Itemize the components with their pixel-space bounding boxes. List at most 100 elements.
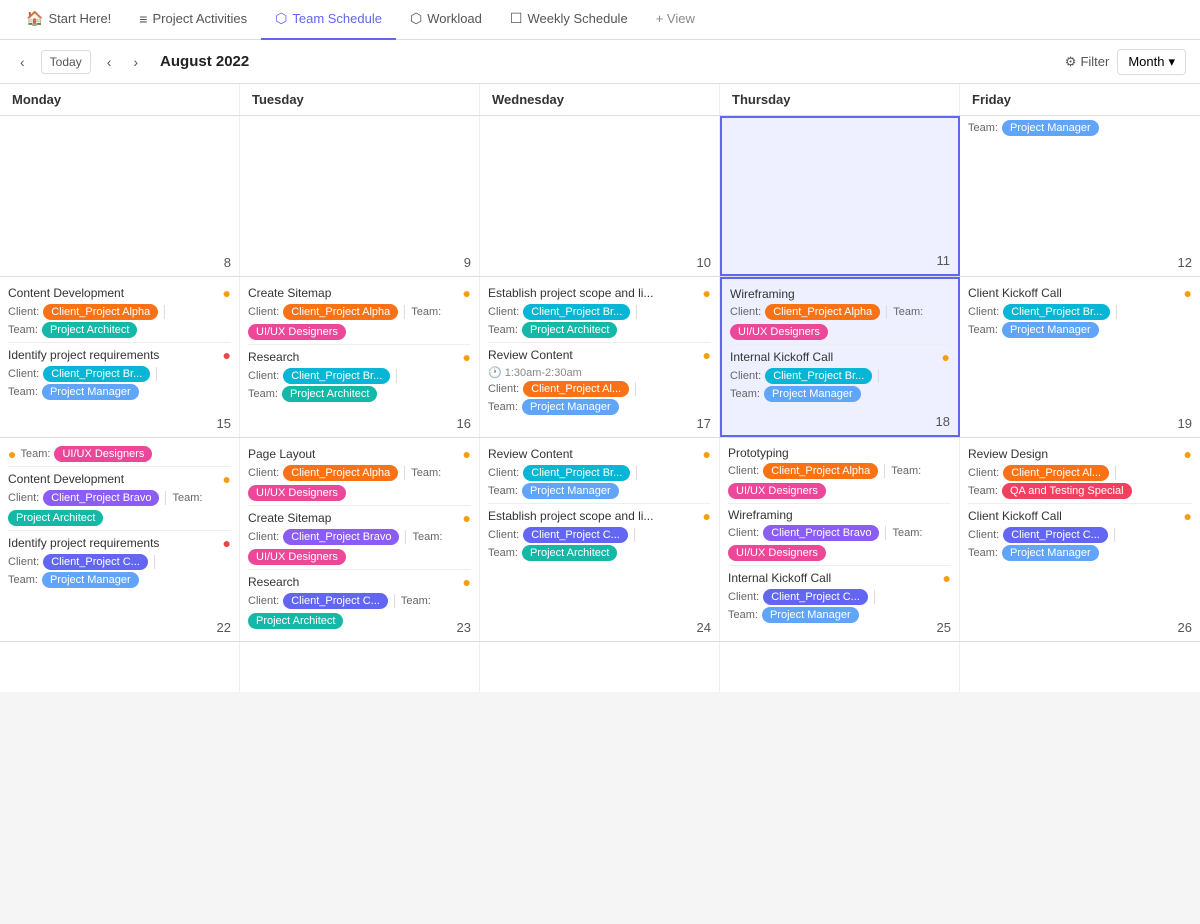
team-tag[interactable]: Project Architect [282,386,377,402]
tab-team-label: Team Schedule [292,11,382,26]
divider [1115,466,1116,480]
team-tag[interactable]: UI/UX Designers [248,485,346,501]
tab-add-view[interactable]: + View [642,0,709,40]
back-nav-button[interactable]: ‹ [14,52,31,72]
event-title: Wireframing [730,287,950,301]
tab-activities[interactable]: ≡ Project Activities [125,0,261,40]
client-tag[interactable]: Client_Project Alpha [283,304,398,320]
team-tag[interactable]: Project Manager [764,386,861,402]
day-cell-15: Content Development ● Client: Client_Pro… [0,277,240,437]
today-button[interactable]: Today [41,50,91,74]
event-title: Research ● [248,574,471,590]
team-tag[interactable]: Project Manager [762,607,859,623]
dot-icon: ● [703,446,711,462]
team-tag[interactable]: Project Architect [248,613,343,629]
day-cell-24: Review Content ● Client: Client_Project … [480,438,720,641]
event-title: Establish project scope and li... ● [488,285,711,301]
team-tag[interactable]: UI/UX Designers [54,446,152,462]
event-row: Client: Client_Project Alpha Team: UI/UX… [730,304,950,340]
tab-activities-label: Project Activities [152,11,247,26]
client-tag[interactable]: Client_Project Al... [523,381,629,397]
team-tag[interactable]: UI/UX Designers [728,483,826,499]
prev-button[interactable]: ‹ [101,52,118,72]
client-tag[interactable]: Client_Project Bravo [763,525,879,541]
filter-icon: ⚙ [1065,54,1077,70]
team-tag[interactable]: UI/UX Designers [248,324,346,340]
event-row: Team: Project Architect [488,322,711,338]
event-row: Team: Project Architect [488,545,711,561]
dot-icon: ● [703,347,711,363]
team-tag[interactable]: Project Architect [42,322,137,338]
divider [1114,528,1115,542]
divider [874,590,875,604]
client-tag[interactable]: Client_Project C... [763,589,868,605]
client-tag[interactable]: Client_Project C... [43,554,148,570]
event-row: Team: QA and Testing Special [968,483,1192,499]
day-number-9: 9 [464,255,471,270]
event-block: Internal Kickoff Call ● Client: Client_P… [728,570,951,623]
event-row: Client: Client_Project Br... [8,366,231,382]
client-tag[interactable]: Client_Project Alpha [763,463,878,479]
client-tag[interactable]: Client_Project Br... [523,465,630,481]
team-tag[interactable]: Project Manager [522,399,619,415]
client-tag[interactable]: Client_Project Al... [1003,465,1109,481]
team-tag[interactable]: Project Architect [522,322,617,338]
team-tag[interactable]: Project Architect [522,545,617,561]
team-tag[interactable]: Project Manager [522,483,619,499]
event-block: Content Development ● Client: Client_Pro… [8,471,231,526]
event-block: Research ● Client: Client_Project Br... … [248,349,471,402]
client-tag[interactable]: Client_Project Br... [765,368,872,384]
client-tag[interactable]: Client_Project Alpha [43,304,158,320]
client-tag[interactable]: Client_Project C... [283,593,388,609]
team-tag[interactable]: UI/UX Designers [248,549,346,565]
event-row: Client: Client_Project Bravo Team: Proje… [8,490,231,526]
day-number-23: 23 [457,620,471,635]
team-tag[interactable]: UI/UX Designers [730,324,828,340]
tab-start[interactable]: 🏠 Start Here! [12,0,125,40]
toolbar-right: ⚙ Filter Month ▾ [1065,49,1186,75]
client-tag[interactable]: Client_Project Br... [283,368,390,384]
client-tag[interactable]: Client_Project Bravo [43,490,159,506]
client-tag[interactable]: Client_Project Alpha [283,465,398,481]
tab-team[interactable]: ⬡ Team Schedule [261,0,396,40]
day-number-24: 24 [697,620,711,635]
client-tag[interactable]: Client_Project Alpha [765,304,880,320]
event-title: Client Kickoff Call ● [968,508,1192,524]
team-tag[interactable]: Project Manager [1002,545,1099,561]
dot-icon: ● [942,349,950,365]
team-tag[interactable]: Project Manager [42,384,139,400]
divider [1116,305,1117,319]
event-row: Team: Project Manager [488,483,711,499]
event-row: Team: Project Manager [728,607,951,623]
team-tag[interactable]: QA and Testing Special [1002,483,1132,499]
client-tag[interactable]: Client_Project C... [1003,527,1108,543]
event-row: Client: Client_Project Al... [488,381,711,397]
team-tag[interactable]: Project Manager [1002,322,1099,338]
day-number-10: 10 [697,255,711,270]
top-navigation: 🏠 Start Here! ≡ Project Activities ⬡ Tea… [0,0,1200,40]
event-row: Team: Project Manager [488,399,711,415]
month-view-button[interactable]: Month ▾ [1117,49,1186,75]
event-row: Team: Project Manager [8,384,231,400]
tab-weekly[interactable]: ☐ Weekly Schedule [496,0,642,40]
client-tag[interactable]: Client_Project C... [523,527,628,543]
team-tag[interactable]: Project Manager [42,572,139,588]
team-tag[interactable]: Project Manager [1002,120,1099,136]
event-title: Review Content ● [488,446,711,462]
tab-workload[interactable]: ⬡ Workload [396,0,496,40]
event-block: Identify project requirements ● Client: … [8,347,231,400]
client-tag[interactable]: Client_Project Br... [43,366,150,382]
client-tag[interactable]: Client_Project Bravo [283,529,399,545]
day-cell-11: 11 [720,116,960,276]
team-tag[interactable]: Project Architect [8,510,103,526]
filter-button[interactable]: ⚙ Filter [1065,54,1110,70]
event-title: Establish project scope and li... ● [488,508,711,524]
client-tag[interactable]: Client_Project Br... [1003,304,1110,320]
team-tag[interactable]: UI/UX Designers [728,545,826,561]
event-title: Identify project requirements ● [8,347,231,363]
activities-icon: ≡ [139,11,147,27]
event-title: Create Sitemap ● [248,285,471,301]
client-tag[interactable]: Client_Project Br... [523,304,630,320]
next-button[interactable]: › [127,52,144,72]
divider [636,305,637,319]
